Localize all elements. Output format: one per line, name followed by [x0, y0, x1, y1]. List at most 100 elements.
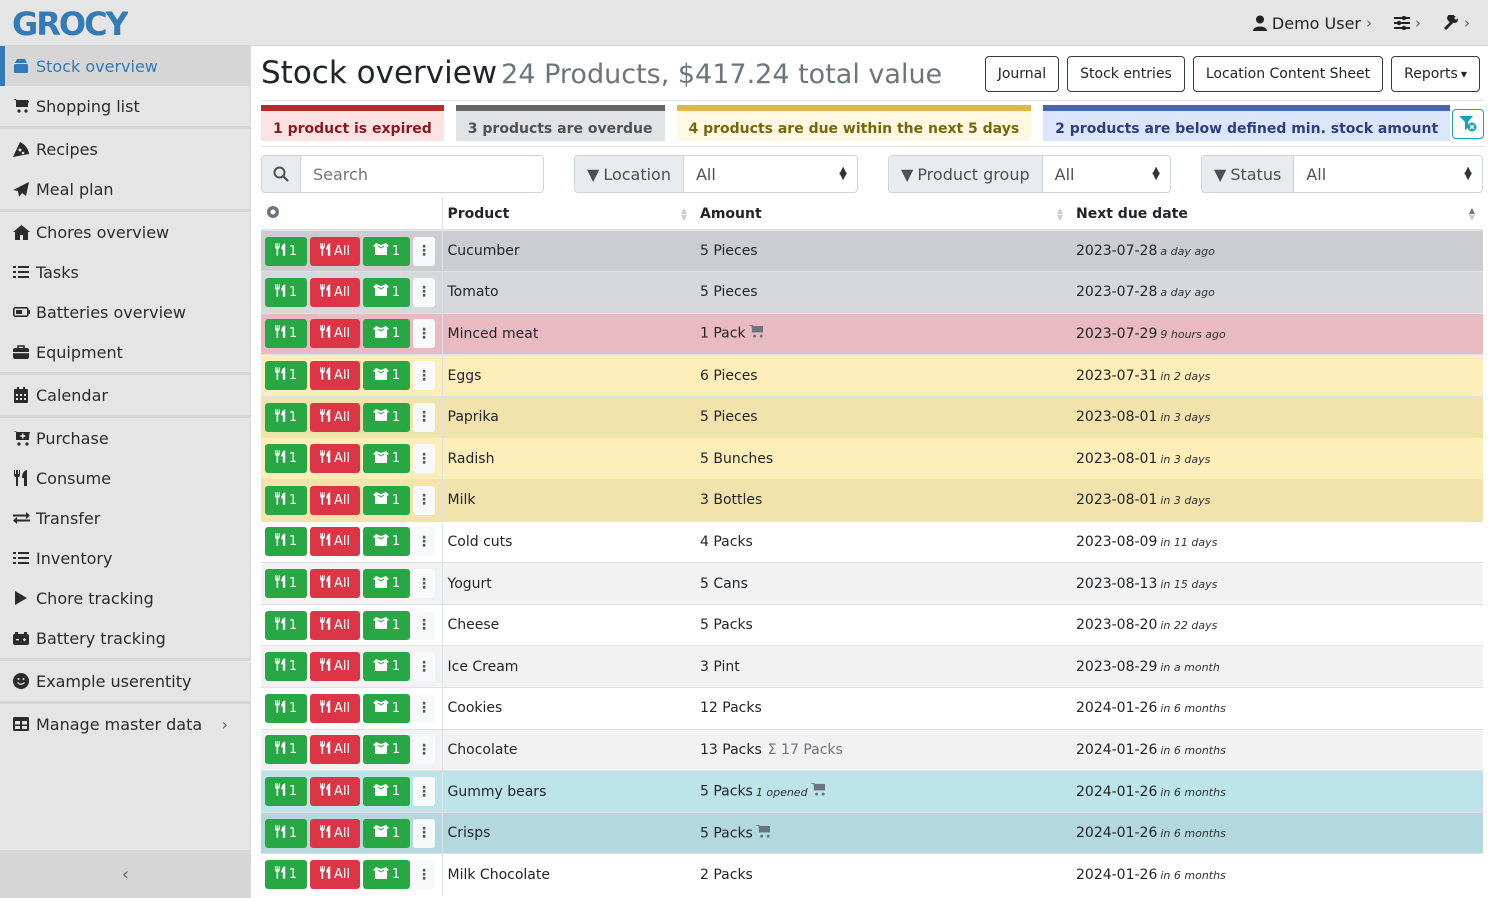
- sidebar-item-equipment[interactable]: Equipment: [0, 332, 250, 372]
- consume-one-button[interactable]: 1: [265, 444, 307, 474]
- consume-all-button[interactable]: All: [310, 693, 360, 723]
- journal-button[interactable]: Journal: [984, 56, 1060, 92]
- sidebar-item-transfer[interactable]: Transfer: [0, 498, 250, 538]
- sidebar-item-recipes[interactable]: Recipes: [0, 129, 250, 169]
- overdue-alert[interactable]: 3 products are overdue: [455, 105, 665, 141]
- column-header-amount[interactable]: Amount ▲ ▼: [695, 198, 1071, 231]
- more-actions-button[interactable]: ⋮: [413, 693, 435, 723]
- open-one-button[interactable]: 1: [363, 361, 410, 391]
- consume-all-button[interactable]: All: [310, 319, 360, 349]
- sidebar-item-stock-overview[interactable]: Stock overview: [0, 46, 250, 86]
- open-one-button[interactable]: 1: [363, 319, 410, 349]
- open-one-button[interactable]: 1: [363, 610, 410, 640]
- consume-all-button[interactable]: All: [310, 818, 360, 848]
- search-input[interactable]: [313, 164, 531, 184]
- more-actions-button[interactable]: ⋮: [413, 652, 435, 682]
- more-actions-button[interactable]: ⋮: [413, 236, 435, 266]
- open-one-button[interactable]: 1: [363, 402, 410, 432]
- consume-one-button[interactable]: 1: [265, 860, 307, 890]
- more-actions-button[interactable]: ⋮: [413, 277, 435, 307]
- sidebar-item-example-userentity[interactable]: Example userentity: [0, 661, 250, 701]
- product-name[interactable]: Paprika: [442, 395, 695, 438]
- more-actions-button[interactable]: ⋮: [413, 485, 435, 515]
- consume-one-button[interactable]: 1: [265, 652, 307, 682]
- open-one-button[interactable]: 1: [363, 569, 410, 599]
- product-name[interactable]: Tomato: [442, 271, 695, 314]
- more-actions-button[interactable]: ⋮: [413, 319, 435, 349]
- consume-all-button[interactable]: All: [310, 402, 360, 432]
- sidebar-collapse-button[interactable]: ‹: [0, 850, 251, 898]
- consume-all-button[interactable]: All: [310, 860, 360, 890]
- more-actions-button[interactable]: ⋮: [413, 444, 435, 474]
- more-actions-button[interactable]: ⋮: [413, 402, 435, 432]
- column-header-next-due-date[interactable]: Next due date ▲ ▼: [1071, 198, 1483, 231]
- open-one-button[interactable]: 1: [363, 277, 410, 307]
- consume-all-button[interactable]: All: [310, 735, 360, 765]
- clear-filter-button[interactable]: [1452, 109, 1484, 139]
- open-one-button[interactable]: 1: [363, 860, 410, 890]
- product-name[interactable]: Milk: [442, 479, 695, 522]
- expired-alert[interactable]: 1 product is expired: [261, 105, 444, 141]
- sidebar-item-chore-tracking[interactable]: Chore tracking: [0, 578, 250, 618]
- sidebar-item-shopping-list[interactable]: Shopping list: [0, 86, 250, 126]
- consume-all-button[interactable]: All: [310, 527, 360, 557]
- open-one-button[interactable]: 1: [363, 693, 410, 723]
- open-one-button[interactable]: 1: [363, 777, 410, 807]
- consume-one-button[interactable]: 1: [265, 361, 307, 391]
- consume-one-button[interactable]: 1: [265, 569, 307, 599]
- product-name[interactable]: Cheese: [442, 603, 695, 646]
- open-one-button[interactable]: 1: [363, 485, 410, 515]
- more-actions-button[interactable]: ⋮: [413, 860, 435, 890]
- sidebar-item-manage-master-data[interactable]: Manage master data ›: [0, 704, 250, 744]
- settings-menu[interactable]: ›: [1394, 14, 1421, 32]
- more-actions-button[interactable]: ⋮: [413, 777, 435, 807]
- column-header-product[interactable]: Product ▲ ▼: [442, 198, 695, 231]
- consume-all-button[interactable]: All: [310, 485, 360, 515]
- stock-entries-button[interactable]: Stock entries: [1067, 56, 1185, 92]
- open-one-button[interactable]: 1: [363, 527, 410, 557]
- open-one-button[interactable]: 1: [363, 735, 410, 765]
- tools-menu[interactable]: ›: [1443, 14, 1470, 32]
- consume-one-button[interactable]: 1: [265, 777, 307, 807]
- product-name[interactable]: Cold cuts: [442, 520, 695, 563]
- sidebar-item-meal-plan[interactable]: Meal plan: [0, 169, 250, 209]
- product-name[interactable]: Minced meat: [442, 312, 695, 355]
- open-one-button[interactable]: 1: [363, 444, 410, 474]
- sidebar-item-battery-tracking[interactable]: Battery tracking: [0, 618, 250, 658]
- location-select[interactable]: All ▲ ▼: [683, 156, 857, 192]
- product-name[interactable]: Milk Chocolate: [442, 853, 695, 896]
- sidebar-item-tasks[interactable]: Tasks: [0, 252, 250, 292]
- consume-one-button[interactable]: 1: [265, 818, 307, 848]
- consume-one-button[interactable]: 1: [265, 277, 307, 307]
- consume-all-button[interactable]: All: [310, 569, 360, 599]
- status-select[interactable]: All ▲ ▼: [1294, 156, 1482, 192]
- consume-one-button[interactable]: 1: [265, 402, 307, 432]
- consume-all-button[interactable]: All: [310, 236, 360, 266]
- sidebar-item-consume[interactable]: Consume: [0, 458, 250, 498]
- consume-one-button[interactable]: 1: [265, 236, 307, 266]
- product-group-select[interactable]: All ▲ ▼: [1042, 156, 1170, 192]
- product-name[interactable]: Gummy bears: [442, 770, 695, 813]
- consume-one-button[interactable]: 1: [265, 735, 307, 765]
- product-name[interactable]: Yogurt: [442, 562, 695, 605]
- more-actions-button[interactable]: ⋮: [413, 818, 435, 848]
- product-name[interactable]: Eggs: [442, 354, 695, 397]
- more-actions-button[interactable]: ⋮: [413, 527, 435, 557]
- consume-all-button[interactable]: All: [310, 652, 360, 682]
- open-one-button[interactable]: 1: [363, 236, 410, 266]
- open-one-button[interactable]: 1: [363, 818, 410, 848]
- consume-all-button[interactable]: All: [310, 361, 360, 391]
- product-name[interactable]: Ice Cream: [442, 645, 695, 688]
- location-content-sheet-button[interactable]: Location Content Sheet: [1192, 56, 1384, 92]
- more-actions-button[interactable]: ⋮: [413, 610, 435, 640]
- consume-all-button[interactable]: All: [310, 277, 360, 307]
- consume-all-button[interactable]: All: [310, 777, 360, 807]
- consume-one-button[interactable]: 1: [265, 527, 307, 557]
- consume-one-button[interactable]: 1: [265, 610, 307, 640]
- consume-one-button[interactable]: 1: [265, 319, 307, 349]
- column-visibility-toggle[interactable]: [261, 198, 443, 231]
- below-min-alert[interactable]: 2 products are below defined min. stock …: [1043, 105, 1451, 141]
- consume-one-button[interactable]: 1: [265, 693, 307, 723]
- more-actions-button[interactable]: ⋮: [413, 361, 435, 391]
- reports-dropdown[interactable]: Reports ▼: [1391, 56, 1480, 92]
